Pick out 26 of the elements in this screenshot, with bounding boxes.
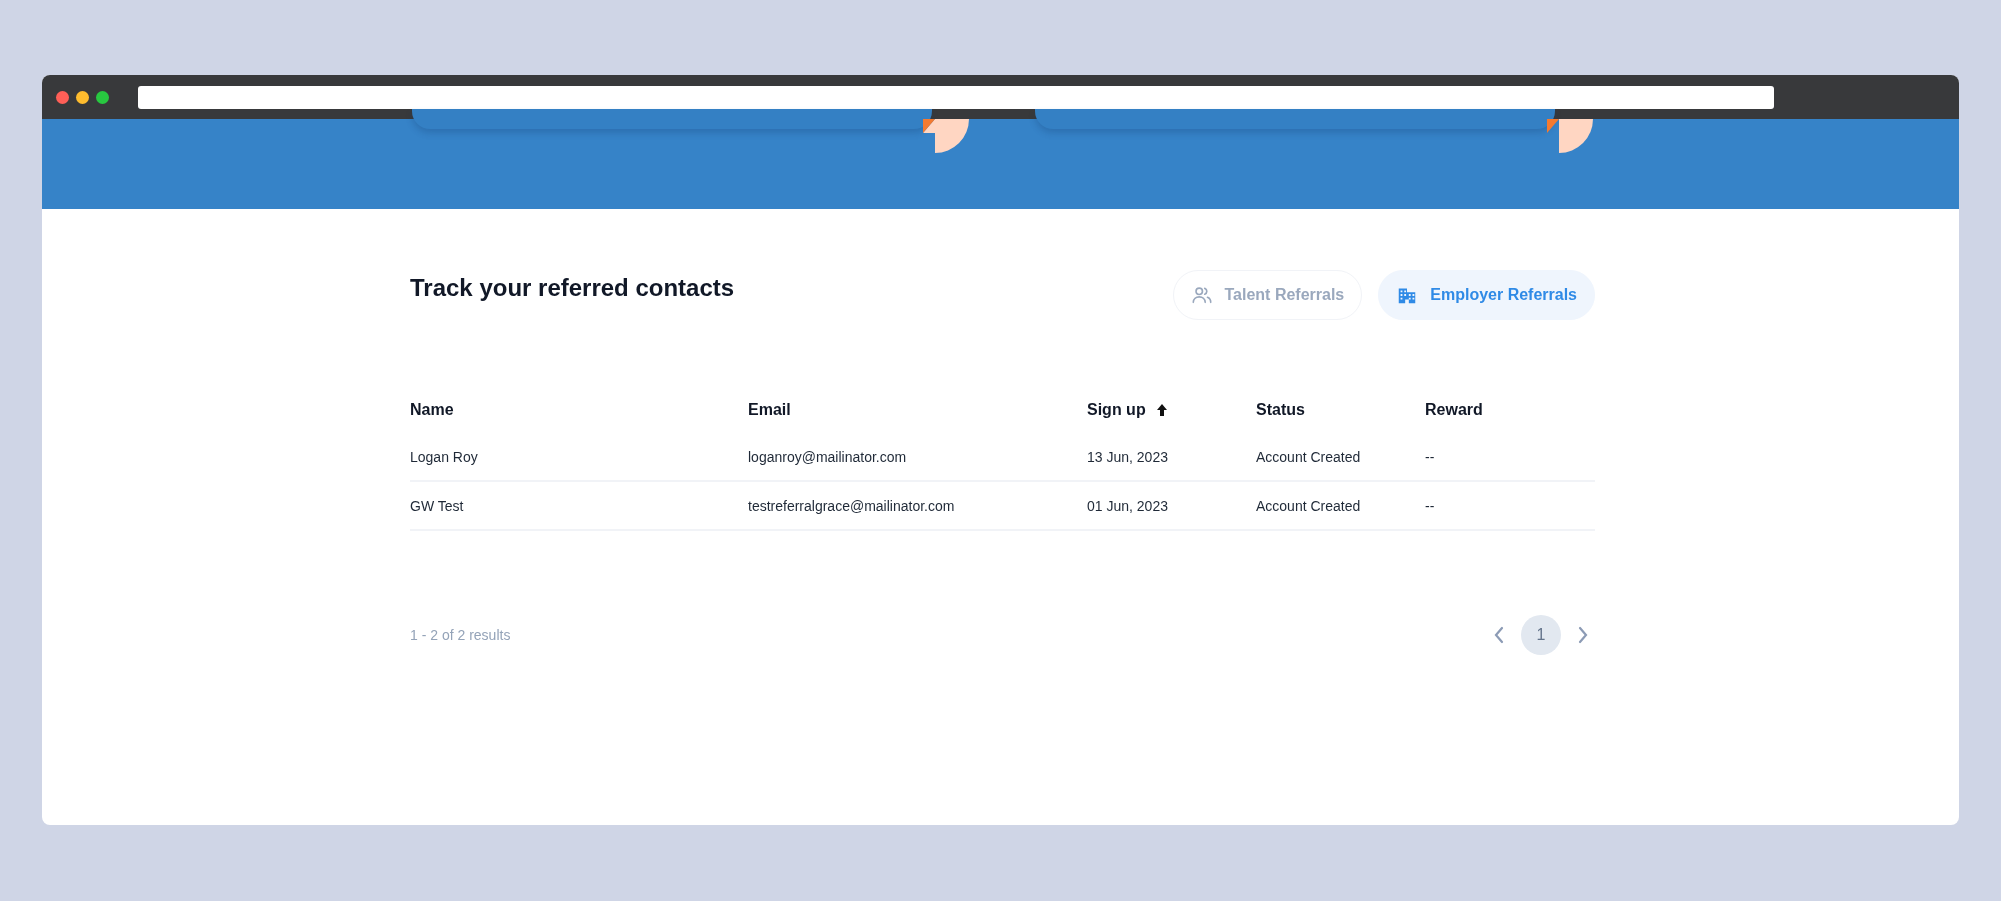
column-header[interactable]: Name bbox=[410, 400, 454, 419]
table-cell: Account Created bbox=[1256, 497, 1361, 514]
people-icon bbox=[1190, 284, 1213, 306]
chevron-left-icon[interactable] bbox=[1493, 625, 1505, 645]
table-cell: testreferralgrace@mailinator.com bbox=[748, 497, 955, 514]
close-window-icon[interactable] bbox=[56, 90, 69, 104]
maximize-window-icon[interactable] bbox=[96, 90, 109, 104]
table-cell: loganroy@mailinator.com bbox=[748, 448, 907, 465]
column-header[interactable]: Email bbox=[748, 400, 791, 419]
table-cell: GW Test bbox=[410, 497, 464, 514]
table-cell: Account Created bbox=[1256, 448, 1361, 465]
results-summary: 1 - 2 of 2 results bbox=[410, 627, 511, 643]
table-cell: 13 Jun, 2023 bbox=[1087, 448, 1168, 465]
table-cell: Logan Roy bbox=[410, 448, 478, 465]
minimize-window-icon[interactable] bbox=[76, 90, 89, 104]
arrow-up-icon[interactable] bbox=[1155, 402, 1168, 417]
column-header[interactable]: Status bbox=[1256, 400, 1305, 419]
section-heading: Track your referred contacts bbox=[410, 274, 735, 302]
page-button[interactable]: 1 bbox=[1521, 615, 1561, 655]
table-cell: 01 Jun, 2023 bbox=[1087, 497, 1168, 514]
chevron-right-icon[interactable] bbox=[1577, 625, 1589, 645]
table-cell: -- bbox=[1425, 448, 1435, 465]
table-cell: -- bbox=[1425, 497, 1435, 514]
column-header[interactable]: Reward bbox=[1425, 400, 1483, 419]
address-bar[interactable] bbox=[138, 85, 1774, 109]
column-header[interactable]: Sign up bbox=[1087, 400, 1146, 419]
